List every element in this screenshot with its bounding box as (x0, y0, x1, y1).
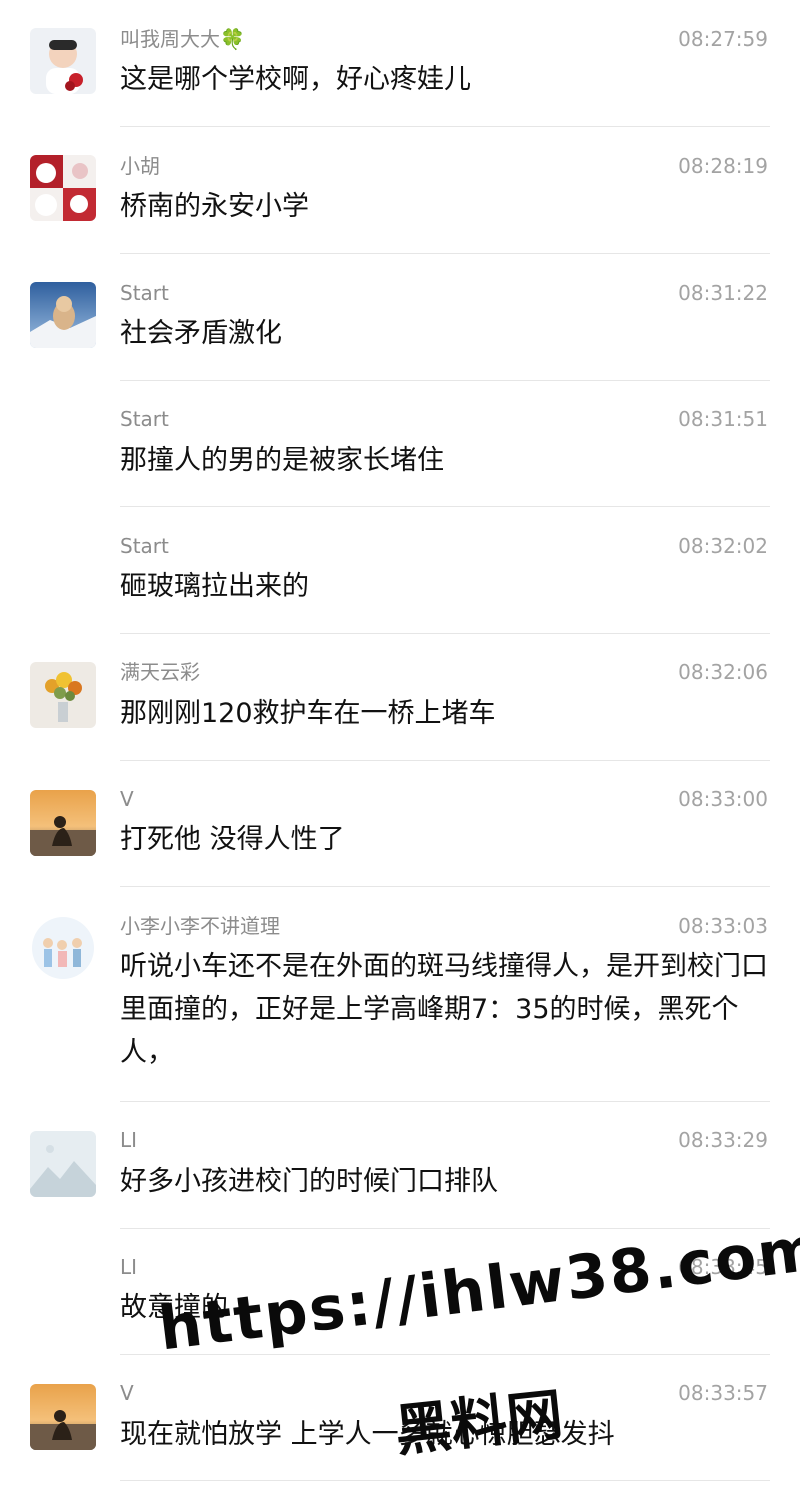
message-text: 桥南的永安小学 (120, 191, 309, 222)
avatar[interactable] (30, 1131, 96, 1197)
sender-name: Start (120, 534, 169, 558)
message-text: 听说小车还不是在外面的斑马线撞得人，是开到校门口里面撞的，正好是上学高峰期7：3… (120, 951, 768, 1068)
sender-name: 小胡 (120, 154, 160, 178)
sender-name: 叫我周大大🍀 (120, 27, 245, 51)
watermark-url: https://ihlw38.com (155, 1213, 800, 1365)
message-time: 08:33:00 (678, 787, 768, 811)
sender-name: V (120, 787, 134, 811)
message-time: 08:31:51 (678, 407, 768, 431)
message-text: 这是哪个学校啊，好心疼娃儿 (120, 64, 471, 95)
divider (120, 1480, 770, 1481)
message-time: 08:32:06 (678, 660, 768, 684)
divider (120, 126, 770, 127)
message-time: 08:31:22 (678, 281, 768, 305)
divider (120, 380, 770, 381)
message-text: 社会矛盾激化 (120, 318, 282, 349)
divider (120, 506, 770, 507)
sender-name: 小李小李不讲道理 (120, 914, 280, 938)
avatar[interactable] (30, 790, 96, 856)
message-text: 好多小孩进校门的时候门口排队 (120, 1166, 498, 1197)
message-text: 那刚刚120救护车在一桥上堵车 (120, 698, 496, 729)
sender-name: V (120, 1381, 134, 1405)
divider (120, 1101, 770, 1102)
divider (120, 633, 770, 634)
divider (120, 1228, 770, 1229)
message-text: 那撞人的男的是被家长堵住 (120, 445, 444, 476)
message-time: 08:33:03 (678, 914, 768, 938)
message-text: 打死他 没得人性了 (120, 824, 345, 855)
divider (120, 886, 770, 887)
divider (120, 760, 770, 761)
message-time: 08:27:59 (678, 27, 768, 51)
message-time: 08:33:29 (678, 1128, 768, 1152)
avatar[interactable] (30, 662, 96, 728)
sender-name: LI (120, 1128, 138, 1152)
message-time: 08:33:57 (678, 1381, 768, 1405)
sender-name: Start (120, 407, 169, 431)
divider (120, 253, 770, 254)
sender-name: Start (120, 281, 169, 305)
message-time: 08:28:19 (678, 154, 768, 178)
avatar[interactable] (30, 915, 96, 981)
avatar[interactable] (30, 282, 96, 348)
sender-name: 满天云彩 (120, 660, 200, 684)
avatar[interactable] (30, 155, 96, 221)
message-text: 砸玻璃拉出来的 (120, 571, 309, 602)
sender-name: LI (120, 1255, 138, 1279)
message-time: 08:32:02 (678, 534, 768, 558)
avatar[interactable] (30, 1384, 96, 1450)
avatar[interactable] (30, 28, 96, 94)
